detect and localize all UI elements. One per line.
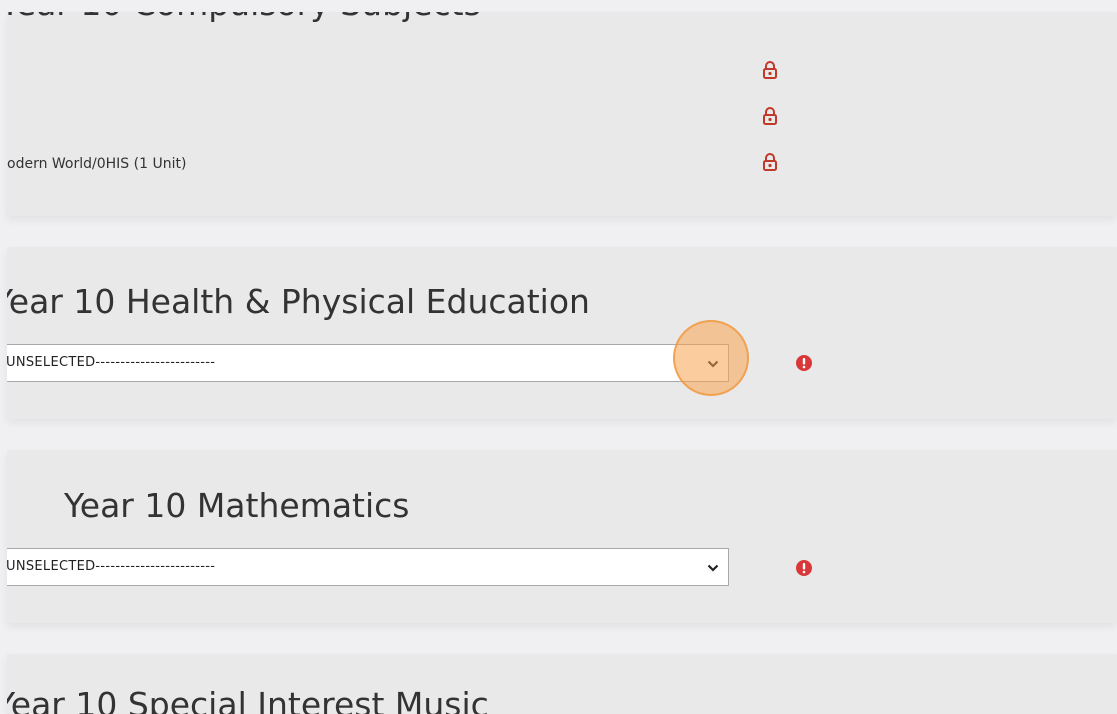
compulsory-subjects-title: Year 10 Compulsory Subjects bbox=[7, 12, 481, 23]
subject-row bbox=[7, 60, 807, 84]
exclamation-circle-icon bbox=[796, 355, 812, 371]
hpe-subject-select[interactable]: UNSELECTED------------------------ bbox=[7, 344, 729, 382]
select-value: UNSELECTED------------------------ bbox=[7, 559, 216, 574]
lock-icon bbox=[763, 107, 777, 125]
compulsory-subjects-panel: Year 10 Compulsory Subjects odern World/… bbox=[7, 12, 1117, 216]
music-panel: Year 10 Special Interest Music bbox=[7, 654, 1117, 714]
hpe-title: Year 10 Health & Physical Education bbox=[7, 282, 590, 321]
click-highlight bbox=[673, 320, 749, 396]
music-title: Year 10 Special Interest Music bbox=[7, 685, 489, 714]
select-value: UNSELECTED------------------------ bbox=[7, 355, 216, 370]
chevron-down-icon bbox=[707, 564, 719, 572]
subject-label: odern World/0HIS (1 Unit) bbox=[7, 156, 187, 172]
lock-icon bbox=[763, 61, 777, 79]
mathematics-subject-select[interactable]: UNSELECTED------------------------ bbox=[7, 548, 729, 586]
mathematics-panel: Year 10 Mathematics UNSELECTED----------… bbox=[7, 450, 1117, 623]
subject-row: odern World/0HIS (1 Unit) bbox=[7, 152, 807, 176]
hpe-panel: Year 10 Health & Physical Education UNSE… bbox=[7, 247, 1117, 419]
lock-icon bbox=[763, 153, 777, 171]
exclamation-circle-icon bbox=[796, 560, 812, 576]
mathematics-title: Year 10 Mathematics bbox=[64, 486, 410, 525]
subject-row bbox=[7, 106, 807, 130]
